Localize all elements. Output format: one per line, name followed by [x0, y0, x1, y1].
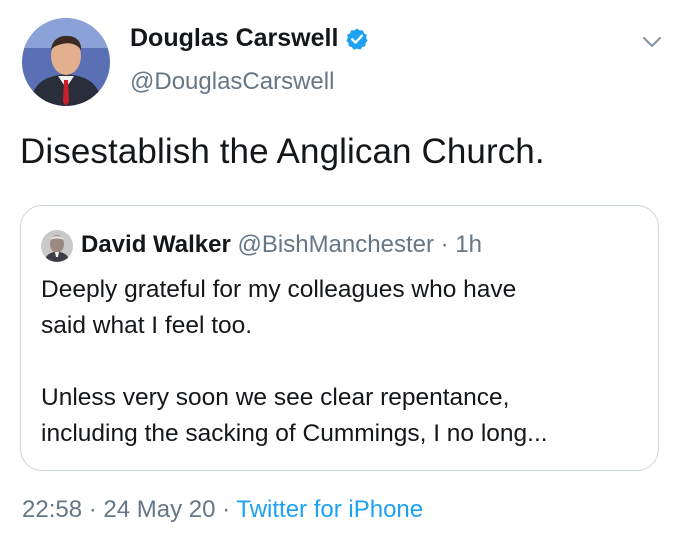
- quoted-text-blank-line: [41, 344, 641, 380]
- author-avatar[interactable]: [22, 18, 110, 106]
- meta-separator: ·: [82, 496, 104, 523]
- quoted-timestamp[interactable]: 1h: [455, 231, 482, 258]
- quoted-author-handle[interactable]: @BishManchester: [238, 231, 434, 258]
- author-handle[interactable]: @DouglasCarswell: [130, 68, 334, 96]
- tweet-meta: 22:58 · 24 May 20 · Twitter for iPhone: [22, 496, 423, 524]
- author-name[interactable]: Douglas Carswell: [130, 24, 338, 53]
- chevron-down-icon[interactable]: [640, 32, 664, 52]
- verified-badge-icon: [345, 27, 369, 51]
- quoted-separator: ·: [433, 231, 456, 258]
- quoted-author-name[interactable]: David Walker: [81, 231, 231, 258]
- tweet-card: Douglas Carswell @DouglasCarswell Disest…: [0, 0, 680, 544]
- quoted-author-avatar[interactable]: [41, 230, 73, 262]
- quoted-tweet-text: Deeply grateful for my colleagues who ha…: [41, 272, 641, 452]
- tweet-text: Disestablish the Anglican Church.: [20, 132, 545, 171]
- quoted-text-line: Unless very soon we see clear repentance…: [41, 384, 510, 411]
- quoted-avatar-photo-icon: [41, 230, 73, 262]
- quoted-tweet[interactable]: David Walker @BishManchester · 1h Deeply…: [20, 205, 659, 471]
- quoted-header: David Walker @BishManchester · 1h: [81, 231, 482, 259]
- meta-separator: ·: [215, 496, 237, 523]
- author-name-row[interactable]: Douglas Carswell: [130, 24, 369, 53]
- tweet-source-link[interactable]: Twitter for iPhone: [236, 496, 423, 523]
- tweet-time[interactable]: 22:58: [22, 496, 82, 523]
- quoted-text-line: said what I feel too.: [41, 312, 253, 339]
- tweet-date[interactable]: 24 May 20: [103, 496, 215, 523]
- avatar-photo-icon: [22, 18, 110, 106]
- quoted-text-line: Deeply grateful for my colleagues who ha…: [41, 276, 517, 303]
- quoted-text-line: including the sacking of Cummings, I no …: [41, 420, 548, 447]
